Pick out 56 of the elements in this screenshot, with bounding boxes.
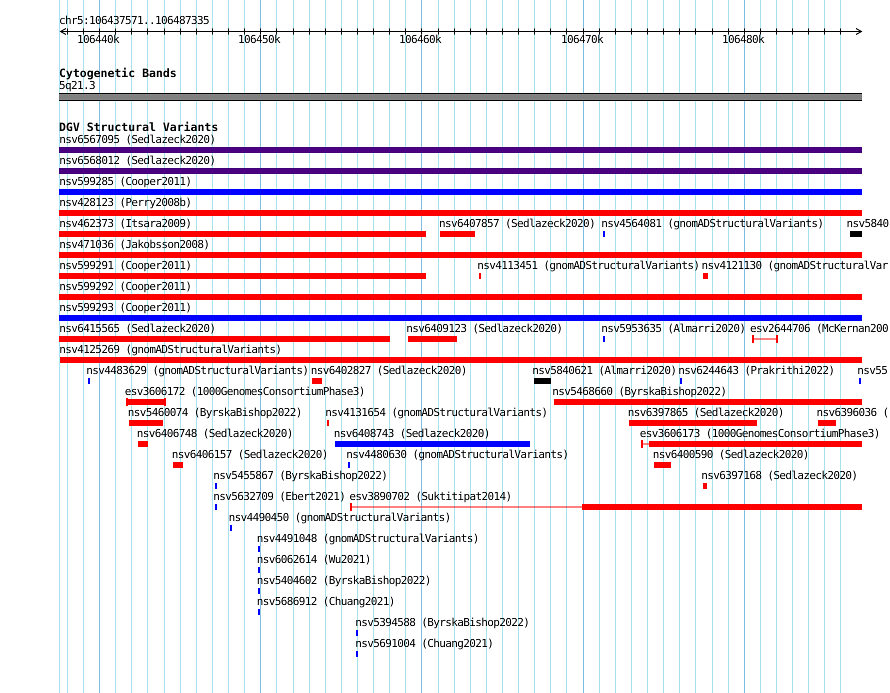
variant-label: esv3890702 (Suktitipat2014): [349, 491, 512, 503]
variant-label: nsv599285 (Cooper2011): [59, 176, 192, 188]
variant-label: nsv4121130 (gnomADStructuralVar: [702, 260, 888, 272]
tick-label: 106470k: [561, 34, 604, 46]
variant-label: nsv599291 (Cooper2011): [59, 260, 192, 272]
variant-label: nsv4490450 (gnomADStructuralVariants): [228, 512, 451, 524]
variant-label: nsv6402827 (Sedlazeck2020): [310, 365, 467, 377]
variant-label: nsv5632709 (Ebert2021): [213, 491, 346, 503]
track-title: DGV Structural Variants: [59, 121, 218, 133]
variant-label: nsv6400590 (Sedlazeck2020): [652, 449, 809, 461]
variant-label: nsv5953635 (Almarri2020): [601, 323, 746, 335]
variant-label: nsv6567095 (Sedlazeck2020): [59, 134, 216, 146]
variant-label: esv3606172 (1000GenomesConsortiumPhase3): [124, 386, 365, 398]
variant-label: nsv4483629 (gnomADStructuralVariants): [86, 365, 308, 377]
variant-label: nsv462373 (Itsara2009): [59, 218, 192, 230]
variant-label: esv3606173 (1000GenomesConsortiumPhase3): [640, 428, 880, 440]
track-title: Cytogenetic Bands: [59, 67, 177, 79]
variant-label: nsv5394588 (ByrskaBishop2022): [355, 617, 530, 629]
variant-label: nsv5686912 (Chuang2021): [256, 596, 395, 608]
variant-label: esv2644706 (McKernan200: [750, 323, 888, 335]
tick-label: 106440k: [77, 34, 120, 46]
variant-label: nsv5404602 (ByrskaBishop2022): [256, 575, 431, 587]
variant-label: nsv4125269 (gnomADStructuralVariants): [59, 344, 282, 356]
variant-label: nsv6397865 (Sedlazeck2020): [628, 407, 784, 419]
variant-label: nsv5691004 (Chuang2021): [355, 638, 494, 650]
variant-label: nsv471036 (Jakobsson2008): [59, 239, 210, 251]
variant-label: nsv6568012 (Sedlazeck2020): [59, 155, 216, 167]
variant-label: nsv5840: [846, 218, 889, 230]
variant-label: nsv6062614 (Wu2021): [256, 554, 371, 566]
variant-label: nsv6397168 (Sedlazeck2020): [701, 470, 858, 482]
variant-label: nsv599292 (Cooper2011): [59, 281, 192, 293]
variant-label: nsv4131654 (gnomADStructuralVariants): [325, 407, 548, 419]
variant-label: nsv6415565 (Sedlazeck2020): [59, 323, 216, 335]
location-label: chr5:106437571..106487335: [59, 15, 210, 27]
variant-label: nsv428123 (Perry2008b): [59, 197, 192, 209]
variant-label: nsv6406748 (Sedlazeck2020): [136, 428, 293, 440]
tick-label: 106450k: [238, 34, 280, 46]
tick-label: 106480k: [722, 34, 764, 46]
variant-label: nsv5468660 (ByrskaBishop2022): [552, 386, 726, 398]
variant-label: nsv6244643 (Prakrithi2022): [678, 365, 834, 377]
variant-label: nsv5460074 (ByrskaBishop2022): [128, 407, 302, 419]
tick-label: 106460k: [399, 34, 442, 46]
variant-label: nsv5455867 (ByrskaBishop2022): [213, 470, 388, 482]
variant-label: nsv5840621 (Almarri2020): [532, 365, 676, 377]
variant-label: nsv6409123 (Sedlazeck2020): [406, 323, 562, 335]
variant-label: nsv4491048 (gnomADStructuralVariants): [256, 533, 479, 545]
variant-label: nsv6408743 (Sedlazeck2020): [334, 428, 490, 440]
variant-label: nsv55: [857, 365, 888, 377]
variant-label: nsv599293 (Cooper2011): [59, 302, 192, 314]
variant-label: nsv4113451 (gnomADStructuralVariants): [477, 260, 700, 272]
variant-label: nsv4480630 (gnomADStructuralVariants): [346, 449, 568, 461]
variant-label: nsv6407857 (Sedlazeck2020): [439, 218, 596, 230]
variant-label: nsv6406157 (Sedlazeck2020): [172, 449, 328, 461]
variant-label: nsv6396036 (: [816, 407, 889, 419]
variant-label: nsv4564081 (gnomADStructuralVariants): [601, 218, 824, 230]
band-label: 5q21.3: [59, 80, 96, 92]
